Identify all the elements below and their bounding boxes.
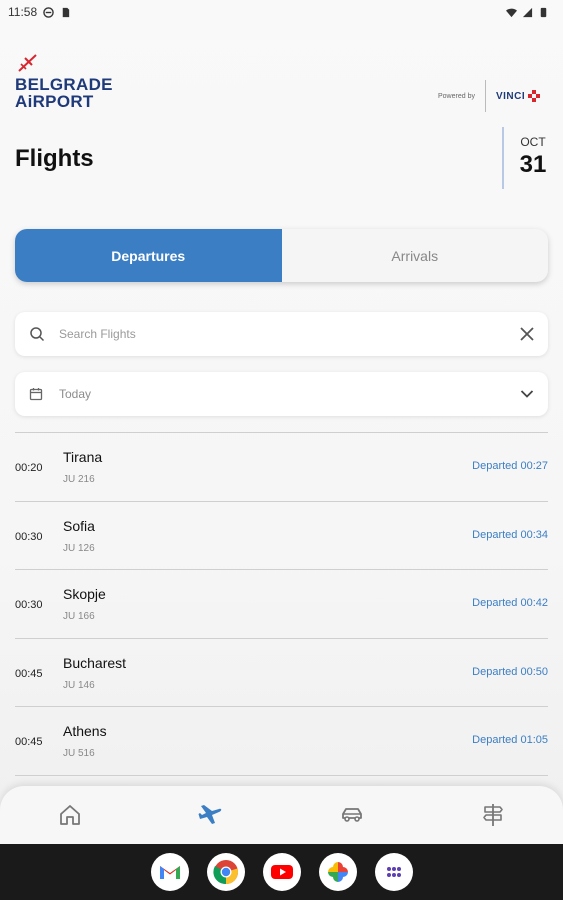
flight-number: JU 166 — [63, 611, 95, 622]
nav-flights[interactable] — [141, 786, 282, 844]
flight-type-tabs: Departures Arrivals — [15, 229, 548, 282]
flight-time: 00:20 — [15, 462, 43, 474]
battery-icon — [540, 7, 547, 17]
clear-search-icon[interactable] — [520, 327, 534, 341]
nav-parking[interactable] — [282, 786, 423, 844]
wifi-icon — [506, 8, 517, 17]
search-input[interactable] — [59, 327, 520, 341]
flight-time: 00:30 — [15, 530, 43, 543]
logo-line2: AiRPORT — [15, 92, 94, 111]
home-icon — [60, 805, 81, 825]
sim-card-icon — [62, 7, 70, 17]
divider — [484, 80, 486, 112]
flight-status: Departed 00:50 — [472, 665, 548, 678]
youtube-app[interactable] — [262, 853, 301, 891]
dnd-icon — [43, 6, 54, 18]
flight-status: Departed 00:34 — [472, 528, 548, 541]
status-bar: 11:58 — [0, 0, 563, 24]
flight-time: 00:45 — [15, 736, 43, 748]
photos-app[interactable] — [318, 853, 357, 891]
flight-row[interactable]: 00:30 Skopje JU 166 Departed 00:42 — [15, 569, 548, 638]
vinci-text: VINCI — [495, 90, 526, 102]
calendar-icon — [29, 388, 43, 401]
flight-row[interactable]: 00:20 Tirana JU 216 Departed 00:27 — [15, 432, 548, 501]
chrome-app[interactable] — [206, 853, 245, 891]
flight-row[interactable]: 00:45 Bucharest JU 146 Departed 00:50 — [15, 637, 548, 707]
app-drawer-icon — [386, 867, 401, 877]
signpost-icon — [482, 804, 503, 826]
nav-directions[interactable] — [422, 786, 563, 844]
flight-time: 00:30 — [15, 599, 43, 611]
photos-icon — [327, 862, 348, 882]
flight-destination: Skopje — [63, 586, 106, 602]
date-day: 31 — [519, 151, 547, 178]
tab-departures[interactable]: Departures — [15, 229, 282, 282]
youtube-icon — [270, 865, 293, 879]
flight-destination: Bucharest — [63, 654, 127, 671]
gmail-icon — [159, 866, 180, 879]
app-drawer[interactable] — [374, 853, 413, 891]
car-icon — [341, 808, 362, 822]
flight-row[interactable]: 00:30 Sofia JU 126 Departed 00:34 — [15, 500, 548, 570]
flight-list: 00:20 Tirana JU 216 Departed 00:27 00:30… — [15, 432, 548, 785]
date-filter-value: Today — [59, 387, 92, 401]
search-bar — [15, 312, 548, 356]
flight-status: Departed 00:27 — [472, 460, 548, 472]
bottom-nav — [0, 786, 563, 844]
plane-icon — [198, 805, 222, 824]
flight-number: JU 126 — [63, 542, 95, 554]
date-month: OCT — [520, 135, 546, 149]
powered-by: Powered by VINCI — [438, 80, 541, 112]
flight-destination: Sofia — [63, 517, 95, 534]
vinci-logo: VINCI — [495, 90, 541, 102]
tab-arrivals[interactable]: Arrivals — [282, 229, 549, 282]
flight-number: JU 146 — [63, 679, 95, 691]
date-display: OCT 31 — [502, 127, 552, 189]
flight-row[interactable]: 00:45 Athens JU 516 Departed 01:05 — [15, 706, 548, 775]
flight-status: Departed 00:42 — [472, 597, 548, 609]
search-icon — [30, 327, 45, 342]
signal-icon — [522, 7, 533, 17]
flight-destination: Athens — [63, 723, 107, 739]
flight-number: JU 516 — [63, 748, 95, 759]
flight-number: JU 216 — [63, 474, 95, 485]
flight-row — [15, 774, 548, 785]
flight-status: Departed 01:05 — [472, 734, 548, 746]
status-time: 11:58 — [8, 5, 38, 19]
flight-destination: Tirana — [63, 449, 103, 465]
chrome-icon — [212, 860, 238, 885]
vinci-mark-icon — [528, 90, 541, 102]
nav-home[interactable] — [0, 786, 141, 844]
logo-plane-icon — [18, 54, 37, 72]
date-filter-select[interactable]: Today — [15, 372, 548, 416]
gmail-app[interactable] — [150, 853, 189, 891]
belgrade-airport-logo: BELGRADE AiRPORT — [15, 52, 135, 112]
logo-line1: BELGRADE — [15, 75, 113, 94]
powered-by-label: Powered by — [438, 92, 475, 100]
system-dock — [0, 844, 563, 900]
flight-time: 00:45 — [15, 667, 43, 680]
chevron-down-icon — [520, 390, 534, 398]
page-title: Flights — [15, 145, 94, 172]
